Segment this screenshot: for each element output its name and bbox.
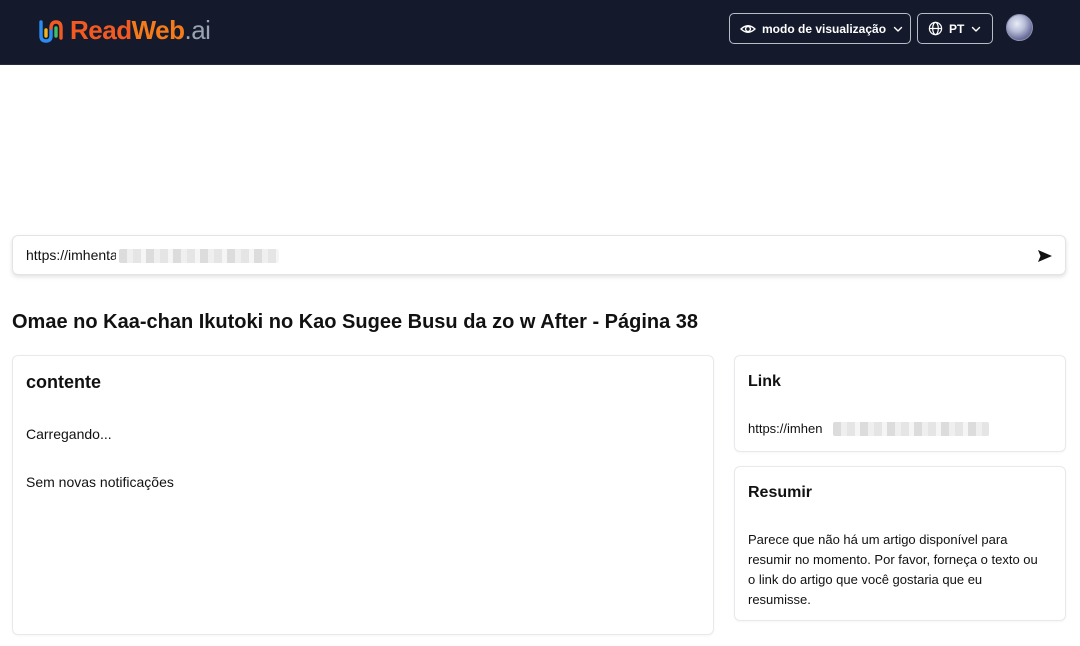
- view-mode-label: modo de visualização: [762, 21, 887, 36]
- chevron-down-icon: [893, 26, 903, 32]
- logo-ai: .ai: [184, 14, 211, 45]
- send-button[interactable]: [1035, 246, 1055, 266]
- url-bar: [12, 235, 1066, 275]
- link-url[interactable]: https://imhen: [748, 421, 822, 436]
- summary-card-title: Resumir: [748, 484, 813, 501]
- content-card-title: contente: [26, 372, 102, 392]
- logo-mark-icon: [39, 20, 63, 43]
- send-icon: [1038, 250, 1052, 262]
- summary-text: Parece que não há um artigo disponível p…: [748, 532, 1038, 607]
- logo-read: Read: [70, 14, 132, 45]
- redacted-url-part: [119, 249, 279, 263]
- content-card: contente Carregando... Sem novas notific…: [12, 355, 714, 635]
- logo-web: Web: [131, 14, 185, 45]
- language-label: PT: [949, 21, 965, 36]
- top-header: ReadWeb.ai modo de visualização PT: [0, 0, 1080, 65]
- readweb-logo[interactable]: ReadWeb.ai: [37, 14, 211, 46]
- redacted-link-part: [833, 422, 989, 436]
- chevron-down-icon: [972, 26, 981, 32]
- logo-text: ReadWeb.ai: [70, 14, 211, 46]
- url-input[interactable]: [26, 236, 116, 274]
- page-title: Omae no Kaa-chan Ikutoki no Kao Sugee Bu…: [12, 311, 699, 333]
- summary-card: Resumir Parece que não há um artigo disp…: [734, 466, 1066, 621]
- eye-icon: [740, 24, 756, 33]
- link-card: Link https://imhen: [734, 355, 1066, 452]
- language-button[interactable]: PT: [917, 13, 993, 44]
- globe-icon: [928, 21, 943, 36]
- user-avatar[interactable]: [1006, 14, 1033, 41]
- link-card-title: Link: [748, 373, 781, 390]
- loading-text: Carregando...: [26, 426, 112, 442]
- view-mode-button[interactable]: modo de visualização: [729, 13, 911, 44]
- notifications-text: Sem novas notificações: [26, 474, 174, 490]
